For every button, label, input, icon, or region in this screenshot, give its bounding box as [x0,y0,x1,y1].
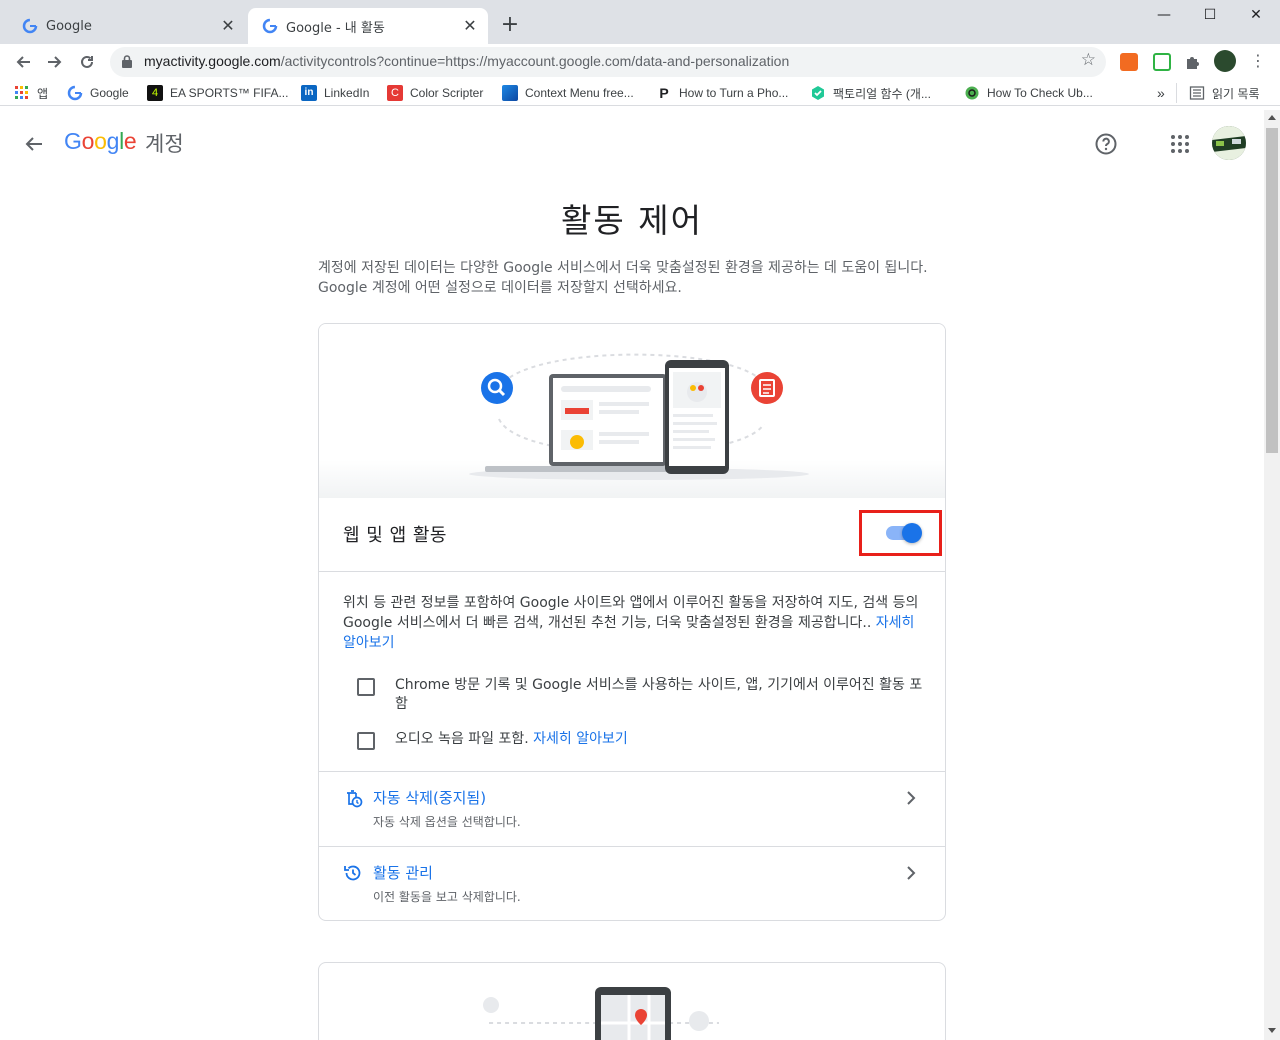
web-app-activity-title: 웹 및 앱 활동 [343,525,447,546]
location-illustration [483,987,719,1040]
toggle-knob[interactable] [902,523,922,543]
reading-list-label: 읽기 목록 [1212,86,1260,101]
bookmark-label: How to Turn a Pho... [679,86,789,100]
intro-text: 계정에 저장된 데이터는 다양한 Google 서비스에서 더욱 맞춤설정된 환… [318,260,928,296]
tab-my-activity[interactable]: Google - 내 활동 ✕ [248,8,488,44]
bookmark-how-to-turn[interactable]: P How to Turn a Pho... [656,83,788,103]
p-icon: P [659,85,669,101]
scroll-up-arrow-icon[interactable] [1268,115,1276,120]
tab-google[interactable]: Google ✕ [8,8,246,44]
close-tab-icon[interactable]: ✕ [460,16,480,36]
chrome-history-checkbox[interactable] [357,678,375,696]
reload-icon[interactable] [73,48,101,76]
manage-activity-row[interactable]: 활동 관리 이전 활동을 보고 삭제합니다. [319,847,945,920]
bookmark-label: EA SPORTS™ FIFA... [170,86,289,100]
auto-delete-icon [347,790,363,808]
back-icon[interactable] [9,48,37,76]
extensions-puzzle-icon[interactable] [1184,53,1202,71]
extension-icon[interactable] [1120,53,1138,71]
scrollbar-thumb[interactable] [1266,128,1278,453]
auto-delete-subtitle: 자동 삭제 옵션을 선택합니다. [373,815,521,829]
close-tab-icon[interactable]: ✕ [218,16,238,36]
fifa-icon: 4 [147,85,163,101]
browser-toolbar: myactivity.google.com/activitycontrols?c… [0,44,1280,80]
bookmark-label: Color Scripter [410,86,484,100]
bookmark-label: How To Check Ub... [987,86,1093,100]
chevron-right-icon [907,866,916,880]
bookmark-google[interactable]: Google [67,83,129,103]
reading-list-button[interactable]: 읽기 목록 [1176,83,1260,103]
extension-icon[interactable] [1153,53,1171,71]
bookmark-star-icon[interactable]: ☆ [1081,50,1096,70]
bookmark-linkedin[interactable]: in LinkedIn [301,83,369,103]
bookmark-label: Google [90,86,129,100]
auto-delete-row[interactable]: 자동 삭제(중지됨) 자동 삭제 옵션을 선택합니다. [319,772,945,847]
menu-kebab-icon[interactable]: ⋮ [1250,53,1266,71]
audio-recordings-checkbox[interactable] [357,732,375,750]
bookmark-context-menu[interactable]: Context Menu free... [502,83,634,103]
factorial-icon [812,86,824,100]
bookmark-color-scripter[interactable]: C Color Scripter [387,83,483,103]
forward-icon[interactable] [41,48,69,76]
google-icon [67,85,83,101]
account-product-name: 계정 [145,132,184,156]
bookmark-label: Context Menu free... [525,86,634,100]
google-logo[interactable]: Google [64,128,137,155]
toggle-highlight-box [859,510,942,556]
activity-illustration [319,324,945,498]
google-favicon-icon [262,18,278,34]
checkbox-row-chrome-history[interactable]: Chrome 방문 기록 및 Google 서비스를 사용하는 사이트, 앱, … [357,676,927,716]
apps-grid-icon [15,86,28,99]
auto-delete-title: 자동 삭제(중지됨) [373,789,487,807]
linkedin-icon: in [301,85,317,101]
location-history-card [318,962,946,1040]
context-menu-icon [502,85,518,101]
bookmark-label: 앱 [37,86,49,101]
activity-description: 위치 등 관련 정보를 포함하여 Google 사이트와 앱에서 이루어진 활동… [343,593,923,653]
bookmark-fifa[interactable]: 4 EA SPORTS™ FIFA... [147,83,288,103]
page-title: 활동 제어 [561,201,703,240]
lock-icon [122,55,132,68]
checkbox-row-audio[interactable]: 오디오 녹음 파일 포함. 자세히 알아보기 [357,730,927,752]
url-text: myactivity.google.com/activitycontrols?c… [144,53,790,69]
back-arrow-icon[interactable] [24,130,52,158]
audio-learn-more-link[interactable]: 자세히 알아보기 [533,731,628,747]
page-scrollbar[interactable] [1264,110,1280,1040]
bookmarks-bar: 앱 Google 4 EA SPORTS™ FIFA... in LinkedI… [0,80,1280,106]
bookmark-label: 팩토리얼 함수 (개... [833,86,931,101]
address-bar[interactable]: myactivity.google.com/activitycontrols?c… [110,47,1106,77]
bookmarks-overflow-button[interactable]: » [1157,83,1165,103]
web-app-activity-card: 웹 및 앱 활동 위치 등 관련 정보를 포함하여 Google 사이트와 앱에… [318,323,946,921]
manage-activity-title: 활동 관리 [373,864,433,882]
divider [319,571,945,572]
account-avatar[interactable] [1212,126,1246,160]
google-favicon-icon [22,18,38,34]
tab-title: Google [46,18,92,34]
ubuntu-icon [965,86,979,100]
checkbox-label: Chrome 방문 기록 및 Google 서비스를 사용하는 사이트, 앱, … [395,677,923,712]
bookmark-apps[interactable]: 앱 [14,83,48,103]
color-scripter-icon: C [387,85,403,101]
chevron-right-icon [907,791,916,805]
manage-activity-subtitle: 이전 활동을 보고 삭제합니다. [373,890,521,904]
scroll-down-arrow-icon[interactable] [1268,1028,1276,1033]
history-icon [344,865,361,881]
google-apps-icon[interactable] [1170,134,1190,154]
page-content: Google 계정 활동 제어 계정에 저장된 데이터는 다양한 Google … [0,110,1264,1040]
minimize-button[interactable]: — [1141,0,1187,32]
help-icon[interactable] [1094,132,1118,156]
bookmark-label: LinkedIn [324,86,370,100]
maximize-button[interactable]: ☐ [1187,0,1233,32]
tab-title: Google - 내 활동 [286,20,385,36]
bookmark-ubuntu[interactable]: How To Check Ub... [964,83,1093,103]
tab-strip: Google ✕ Google - 내 활동 ✕ + — ☐ ✕ [0,0,1280,44]
reading-list-icon [1189,86,1205,100]
description-text: 위치 등 관련 정보를 포함하여 Google 사이트와 앱에서 이루어진 활동… [343,595,919,631]
new-tab-button[interactable]: + [498,14,522,38]
checkbox-label: 오디오 녹음 파일 포함. 자세히 알아보기 [395,731,628,747]
close-window-button[interactable]: ✕ [1233,0,1279,32]
bookmark-factorial[interactable]: 팩토리얼 함수 (개... [810,83,931,103]
profile-avatar-icon[interactable] [1214,50,1236,72]
